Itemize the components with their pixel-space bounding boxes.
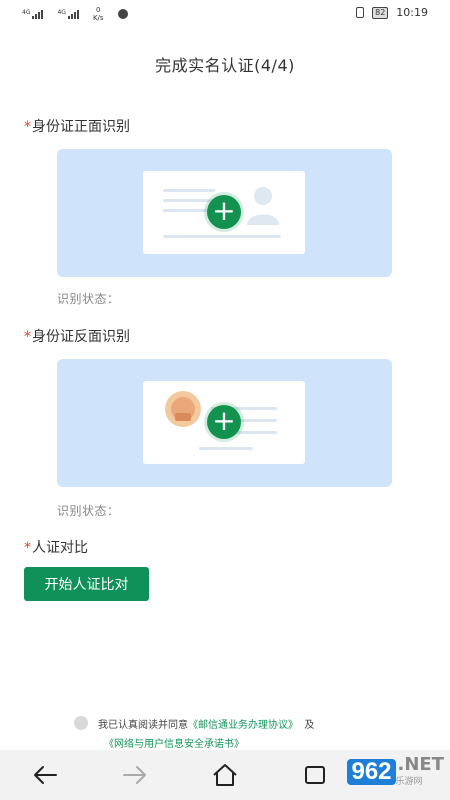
back-id-label: *身份证反面识别 bbox=[24, 326, 130, 346]
back-id-upload[interactable]: + bbox=[57, 359, 392, 487]
watermark-subtitle: 乐游网 bbox=[395, 777, 423, 787]
add-back-photo-icon[interactable]: + bbox=[207, 405, 241, 439]
arrow-left-icon bbox=[34, 766, 57, 784]
recent-apps-button[interactable] bbox=[300, 760, 330, 790]
face-compare-label: *人证对比 bbox=[24, 537, 88, 557]
required-star: * bbox=[24, 540, 31, 556]
site-watermark: 962 .NET 乐游网 bbox=[347, 756, 444, 787]
back-button[interactable] bbox=[30, 760, 60, 790]
arrow-right-icon bbox=[123, 766, 146, 784]
home-icon bbox=[213, 764, 237, 786]
back-id-label-text: 身份证反面识别 bbox=[32, 329, 130, 345]
status-bar-right: 82 10:19 bbox=[356, 6, 428, 19]
front-id-label-text: 身份证正面识别 bbox=[32, 119, 130, 135]
agree-checkbox[interactable] bbox=[74, 716, 88, 730]
add-front-photo-icon[interactable]: + bbox=[207, 195, 241, 229]
page-title: 完成实名认证(4/4) bbox=[155, 56, 295, 75]
network-speed-unit: K/s bbox=[92, 14, 104, 22]
forward-button[interactable] bbox=[120, 760, 150, 790]
front-id-upload[interactable]: + bbox=[57, 149, 392, 277]
home-button[interactable] bbox=[210, 760, 240, 790]
face-compare-label-text: 人证对比 bbox=[32, 540, 88, 556]
battery-indicator: 82 bbox=[372, 6, 389, 19]
start-face-compare-button[interactable]: 开始人证比对 bbox=[24, 567, 149, 601]
status-bar-left: 4G 4G 0 K/s bbox=[22, 6, 128, 22]
agreement-prefix: 我已认真阅读并同意 bbox=[98, 720, 188, 731]
business-agreement-link[interactable]: 《邮信通业务办理协议》 bbox=[188, 720, 298, 731]
front-recognition-status: 识别状态： bbox=[57, 292, 120, 306]
agreement-line-2: 《网络与用户信息安全承诺书》 bbox=[104, 735, 244, 750]
person-silhouette-icon bbox=[247, 187, 279, 225]
watermark-suffix: .NET bbox=[397, 754, 444, 775]
vibrate-icon bbox=[356, 7, 365, 18]
signal-icon-2: 4G bbox=[57, 8, 79, 19]
security-commitment-link[interactable]: 《网络与用户信息安全承诺书》 bbox=[104, 739, 244, 750]
national-emblem-icon bbox=[165, 391, 201, 427]
signal-icon: 4G bbox=[22, 8, 44, 19]
signal-network-label: 4G bbox=[22, 8, 31, 16]
status-bar: 4G 4G 0 K/s 82 10:19 bbox=[0, 0, 450, 28]
network-speed: 0 K/s bbox=[93, 6, 104, 22]
recent-apps-icon bbox=[305, 766, 325, 784]
clock: 10:19 bbox=[396, 6, 428, 19]
back-recognition-status: 识别状态： bbox=[57, 504, 120, 518]
globe-icon bbox=[117, 9, 128, 19]
watermark-logo: 962 bbox=[347, 758, 396, 785]
network-speed-value: 0 bbox=[96, 6, 101, 14]
front-id-label: *身份证正面识别 bbox=[24, 116, 130, 136]
agreement-joiner: 及 bbox=[304, 720, 315, 731]
agreement-line-1: 我已认真阅读并同意《邮信通业务办理协议》 及 bbox=[98, 716, 314, 731]
required-star: * bbox=[24, 119, 31, 135]
signal-network-label-2: 4G bbox=[57, 8, 66, 16]
required-star: * bbox=[24, 329, 31, 345]
